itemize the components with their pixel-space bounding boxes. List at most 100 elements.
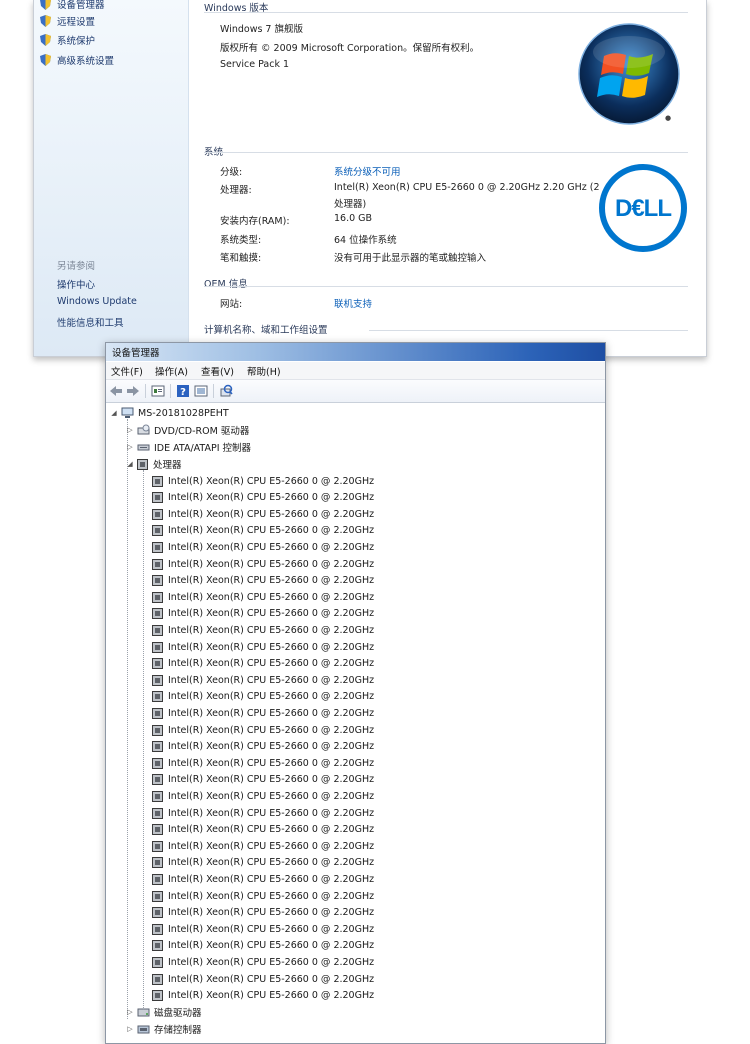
- collapse-arrow-icon[interactable]: ◢: [110, 409, 118, 417]
- processor-item[interactable]: Intel(R) Xeon(R) CPU E5-2660 0 @ 2.20GHz: [152, 656, 374, 672]
- see-also-windows-update[interactable]: Windows Update: [57, 296, 137, 307]
- rating-label: 分级:: [220, 167, 243, 178]
- processor-item[interactable]: Intel(R) Xeon(R) CPU E5-2660 0 @ 2.20GHz: [152, 971, 374, 987]
- oem-section-title: OEM 信息: [204, 279, 248, 290]
- processor-item[interactable]: Intel(R) Xeon(R) CPU E5-2660 0 @ 2.20GHz: [152, 822, 374, 838]
- processor-item[interactable]: Intel(R) Xeon(R) CPU E5-2660 0 @ 2.20GHz: [152, 672, 374, 688]
- menu-help[interactable]: 帮助(H): [247, 364, 281, 378]
- sidebar: 设备管理器 远程设置 系统保护 高级系统设置 另请参阅 操作中心 Windows…: [34, 0, 189, 356]
- scan-hardware-icon[interactable]: [219, 384, 233, 398]
- processor-icon: [152, 824, 163, 836]
- processor-icon: [152, 624, 163, 636]
- sidebar-link-advanced-settings[interactable]: 高级系统设置: [40, 52, 114, 68]
- processor-icon: [152, 575, 163, 587]
- ram-value: 16.0 GB: [334, 213, 373, 224]
- processor-label: 处理器:: [220, 185, 252, 196]
- processor-icon: [152, 691, 163, 703]
- menu-view[interactable]: 查看(V): [201, 364, 234, 378]
- processor-item[interactable]: Intel(R) Xeon(R) CPU E5-2660 0 @ 2.20GHz: [152, 705, 374, 721]
- menu-action[interactable]: 操作(A): [155, 364, 188, 378]
- expand-arrow-icon[interactable]: ▷: [126, 443, 134, 451]
- processor-item[interactable]: Intel(R) Xeon(R) CPU E5-2660 0 @ 2.20GHz: [152, 722, 374, 738]
- properties-icon[interactable]: [151, 384, 165, 398]
- processor-item[interactable]: Intel(R) Xeon(R) CPU E5-2660 0 @ 2.20GHz: [152, 639, 374, 655]
- windows-logo-icon: [578, 23, 680, 125]
- section-divider: [369, 330, 688, 331]
- processor-item[interactable]: Intel(R) Xeon(R) CPU E5-2660 0 @ 2.20GHz: [152, 473, 374, 489]
- processor-item[interactable]: Intel(R) Xeon(R) CPU E5-2660 0 @ 2.20GHz: [152, 755, 374, 771]
- processor-item[interactable]: Intel(R) Xeon(R) CPU E5-2660 0 @ 2.20GHz: [152, 938, 374, 954]
- menu-file[interactable]: 文件(F): [111, 364, 143, 378]
- processor-item[interactable]: Intel(R) Xeon(R) CPU E5-2660 0 @ 2.20GHz: [152, 556, 374, 572]
- processor-item[interactable]: Intel(R) Xeon(R) CPU E5-2660 0 @ 2.20GHz: [152, 739, 374, 755]
- processor-label: Intel(R) Xeon(R) CPU E5-2660 0 @ 2.20GHz: [168, 691, 375, 703]
- tree-root[interactable]: ◢ MS-20181028PEHT: [110, 405, 229, 421]
- tree-category-dvd[interactable]: ▷ DVD/CD-ROM 驱动器: [126, 422, 249, 438]
- title-bar[interactable]: 设备管理器: [106, 343, 605, 361]
- processor-item[interactable]: Intel(R) Xeon(R) CPU E5-2660 0 @ 2.20GHz: [152, 506, 374, 522]
- processor-icon: [152, 707, 163, 719]
- expand-arrow-icon[interactable]: ▷: [126, 1025, 134, 1033]
- processor-item[interactable]: Intel(R) Xeon(R) CPU E5-2660 0 @ 2.20GHz: [152, 490, 374, 506]
- processor-icon: [152, 492, 163, 504]
- back-arrow-icon[interactable]: [109, 384, 123, 398]
- processor-item[interactable]: Intel(R) Xeon(R) CPU E5-2660 0 @ 2.20GHz: [152, 855, 374, 871]
- processor-item[interactable]: Intel(R) Xeon(R) CPU E5-2660 0 @ 2.20GHz: [152, 888, 374, 904]
- collapse-arrow-icon[interactable]: ◢: [126, 460, 134, 468]
- tree-category-processors[interactable]: ◢ 处理器: [126, 456, 182, 472]
- processor-label: Intel(R) Xeon(R) CPU E5-2660 0 @ 2.20GHz: [168, 508, 375, 520]
- processor-item[interactable]: Intel(R) Xeon(R) CPU E5-2660 0 @ 2.20GHz: [152, 689, 374, 705]
- processor-item[interactable]: Intel(R) Xeon(R) CPU E5-2660 0 @ 2.20GHz: [152, 606, 374, 622]
- processor-item[interactable]: Intel(R) Xeon(R) CPU E5-2660 0 @ 2.20GHz: [152, 838, 374, 854]
- processor-icon: [152, 940, 163, 952]
- processor-item[interactable]: Intel(R) Xeon(R) CPU E5-2660 0 @ 2.20GHz: [152, 988, 374, 1004]
- processor-item[interactable]: Intel(R) Xeon(R) CPU E5-2660 0 @ 2.20GHz: [152, 589, 374, 605]
- online-support-link[interactable]: 联机支持: [334, 296, 372, 310]
- processor-item[interactable]: Intel(R) Xeon(R) CPU E5-2660 0 @ 2.20GHz: [152, 788, 374, 804]
- processor-label: Intel(R) Xeon(R) CPU E5-2660 0 @ 2.20GHz: [168, 541, 375, 553]
- website-label: 网站:: [220, 299, 243, 310]
- processor-icon: [152, 907, 163, 919]
- tree-category-disk[interactable]: ▷ 磁盘驱动器: [126, 1004, 201, 1020]
- processor-item[interactable]: Intel(R) Xeon(R) CPU E5-2660 0 @ 2.20GHz: [152, 805, 374, 821]
- processor-item[interactable]: Intel(R) Xeon(R) CPU E5-2660 0 @ 2.20GHz: [152, 523, 374, 539]
- sidebar-link-remote-settings[interactable]: 远程设置: [40, 13, 95, 29]
- processor-item[interactable]: Intel(R) Xeon(R) CPU E5-2660 0 @ 2.20GHz: [152, 905, 374, 921]
- tree-category-storage[interactable]: ▷ 存储控制器: [126, 1021, 201, 1037]
- see-also-performance-tools[interactable]: 性能信息和工具: [57, 315, 124, 329]
- processor-item[interactable]: Intel(R) Xeon(R) CPU E5-2660 0 @ 2.20GHz: [152, 871, 374, 887]
- sidebar-link-device-manager[interactable]: 设备管理器: [40, 0, 105, 12]
- processor-label: Intel(R) Xeon(R) CPU E5-2660 0 @ 2.20GHz: [168, 990, 375, 1002]
- processor-label: Intel(R) Xeon(R) CPU E5-2660 0 @ 2.20GHz: [168, 890, 375, 902]
- sidebar-link-system-protection[interactable]: 系统保护: [40, 32, 95, 48]
- forward-arrow-icon[interactable]: [126, 384, 140, 398]
- processor-label: Intel(R) Xeon(R) CPU E5-2660 0 @ 2.20GHz: [168, 907, 375, 919]
- pen-touch-label: 笔和触摸:: [220, 253, 262, 264]
- rating-link[interactable]: 系统分级不可用: [334, 164, 401, 178]
- processor-item[interactable]: Intel(R) Xeon(R) CPU E5-2660 0 @ 2.20GHz: [152, 573, 374, 589]
- processor-item[interactable]: Intel(R) Xeon(R) CPU E5-2660 0 @ 2.20GHz: [152, 954, 374, 970]
- see-also-action-center[interactable]: 操作中心: [57, 277, 95, 291]
- tree-category-ide[interactable]: ▷ IDE ATA/ATAPI 控制器: [126, 439, 251, 455]
- processor-label: Intel(R) Xeon(R) CPU E5-2660 0 @ 2.20GHz: [168, 575, 375, 587]
- ram-label: 安装内存(RAM):: [220, 216, 290, 227]
- sidebar-link-label: 高级系统设置: [57, 56, 115, 67]
- processor-item[interactable]: Intel(R) Xeon(R) CPU E5-2660 0 @ 2.20GHz: [152, 772, 374, 788]
- expand-arrow-icon[interactable]: ▷: [126, 1008, 134, 1016]
- help-icon[interactable]: ?: [176, 384, 190, 398]
- processor-icon: [152, 790, 163, 802]
- processor-icon: [152, 674, 163, 686]
- processor-value-cont: 处理器): [334, 199, 367, 210]
- processor-item[interactable]: Intel(R) Xeon(R) CPU E5-2660 0 @ 2.20GHz: [152, 539, 374, 555]
- processor-icon: [152, 973, 163, 985]
- toolbar-separator: [170, 384, 171, 398]
- section-divider: [204, 152, 688, 153]
- update-driver-icon[interactable]: [194, 384, 208, 398]
- processor-label: Intel(R) Xeon(R) CPU E5-2660 0 @ 2.20GHz: [168, 724, 375, 736]
- toolbar: ?: [106, 380, 605, 403]
- processor-item[interactable]: Intel(R) Xeon(R) CPU E5-2660 0 @ 2.20GHz: [152, 921, 374, 937]
- expand-arrow-icon[interactable]: ▷: [126, 426, 134, 434]
- processor-label: Intel(R) Xeon(R) CPU E5-2660 0 @ 2.20GHz: [168, 857, 375, 869]
- processor-icon: [152, 475, 163, 487]
- processor-item[interactable]: Intel(R) Xeon(R) CPU E5-2660 0 @ 2.20GHz: [152, 622, 374, 638]
